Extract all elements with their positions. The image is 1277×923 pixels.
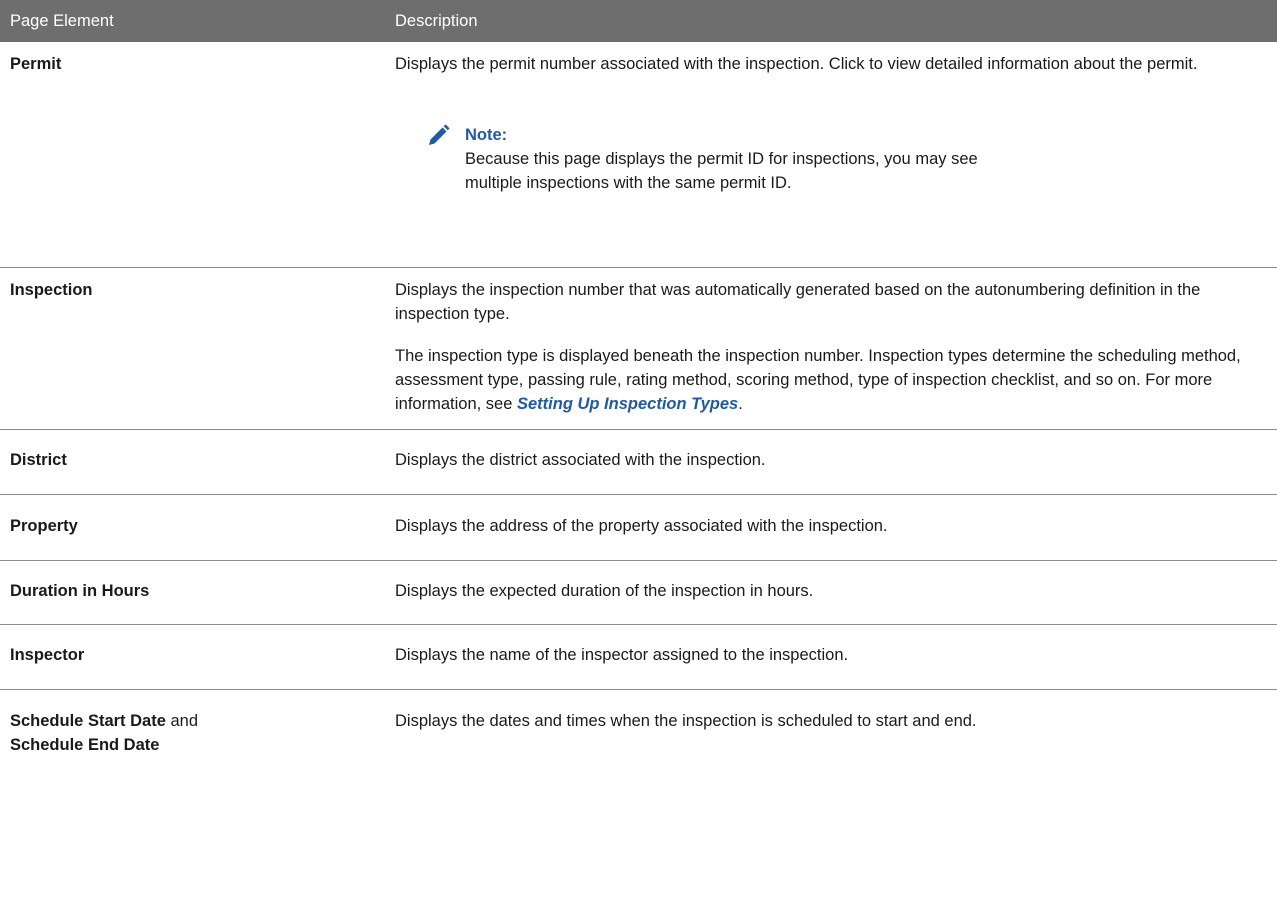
header-description: Description (395, 12, 478, 30)
description-inspector: Displays the name of the inspector assig… (395, 646, 849, 664)
header-page-element: Page Element (10, 12, 114, 30)
element-inspection: Inspection (10, 281, 93, 299)
description-schedule: Displays the dates and times when the in… (395, 712, 977, 730)
description-text-2-end: . (738, 395, 743, 413)
note-box: Note: Because this page displays the per… (425, 123, 1265, 195)
element-inspector: Inspector (10, 646, 85, 664)
description-text: Displays the inspection number that was … (395, 281, 1201, 323)
note-title: Note: (465, 126, 508, 144)
description-inspection: Displays the inspection number that was … (395, 278, 1265, 429)
description-duration: Displays the expected duration of the in… (395, 582, 814, 600)
table-row: District Displays the district associate… (0, 430, 1277, 495)
description-text: Displays the permit number associated wi… (395, 55, 1198, 73)
table-row: Inspection Displays the inspection numbe… (0, 268, 1277, 430)
note-text: Because this page displays the permit ID… (465, 150, 978, 192)
description-permit: Displays the permit number associated wi… (395, 52, 1265, 267)
page-element-table: Page Element Description Permit Displays… (0, 0, 1277, 770)
element-duration-in-hours: Duration in Hours (10, 582, 150, 600)
table-row: Property Displays the address of the pro… (0, 495, 1277, 561)
schedule-end-date-label: Schedule End Date (10, 736, 160, 754)
setting-up-inspection-types-link[interactable]: Setting Up Inspection Types (517, 395, 738, 413)
table-header: Page Element Description (0, 0, 1277, 42)
table-row: Inspector Displays the name of the inspe… (0, 625, 1277, 690)
table-row: Duration in Hours Displays the expected … (0, 561, 1277, 625)
element-schedule-dates: Schedule Start Date and Schedule End Dat… (0, 709, 395, 770)
element-district: District (10, 451, 67, 469)
element-property: Property (10, 517, 78, 535)
schedule-and-conjunction: and (165, 712, 199, 730)
description-district: Displays the district associated with th… (395, 451, 766, 469)
table-row: Permit Displays the permit number associ… (0, 42, 1277, 268)
description-property: Displays the address of the property ass… (395, 517, 888, 535)
pencil-icon (429, 124, 450, 145)
table-row: Schedule Start Date and Schedule End Dat… (0, 690, 1277, 770)
note-content: Note: Because this page displays the per… (465, 123, 985, 195)
description-text-2: The inspection type is displayed beneath… (395, 344, 1265, 416)
element-permit: Permit (10, 55, 62, 73)
schedule-start-date-label: Schedule Start Date (10, 712, 166, 730)
